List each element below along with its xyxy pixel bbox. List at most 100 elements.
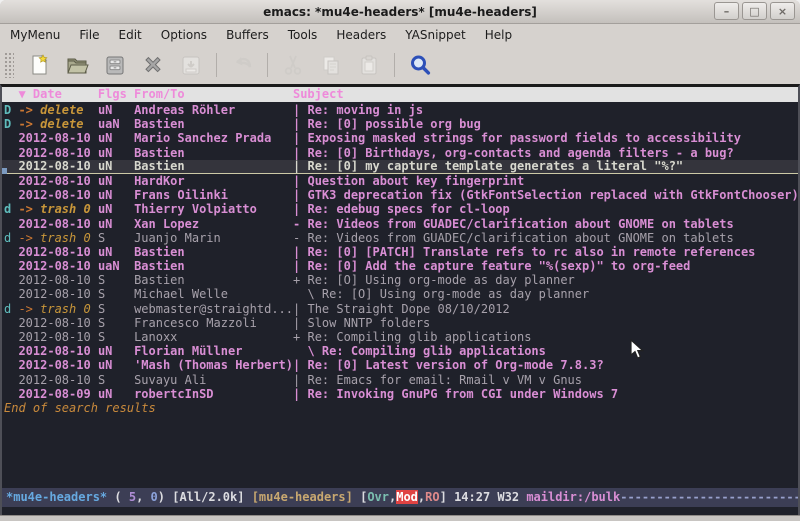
message-row[interactable]: 2012-08-10 uN Bastien | Re: [0] Birthday…: [2, 146, 798, 160]
message-row[interactable]: 2012-08-10 S Bastien + Re: [O] Using org…: [2, 273, 798, 287]
maximize-button[interactable]: □: [742, 2, 767, 20]
message-sender: Bastien: [134, 159, 293, 173]
message-date: 2012-08-10: [18, 273, 97, 287]
message-flags: S: [98, 287, 134, 301]
close-buffer-icon[interactable]: [134, 50, 172, 80]
mark-char: [4, 146, 18, 160]
mark-char: [4, 344, 18, 358]
message-subject: | Re: [0] [PATCH] Translate refs to rc a…: [293, 245, 755, 259]
message-date: 2012-08-10: [18, 358, 97, 372]
message-row[interactable]: d -> trash 0 S Juanjo Marin - Re: Videos…: [2, 231, 798, 245]
message-sender: Bastien: [134, 117, 293, 131]
message-subject: | Re: [0] possible org bug: [293, 117, 481, 131]
message-sender: Bastien: [134, 273, 293, 287]
menu-item-mymenu[interactable]: MyMenu: [10, 28, 60, 42]
toolbar-grip[interactable]: [4, 52, 14, 78]
message-flags: uN: [98, 344, 134, 358]
cut-icon[interactable]: [274, 50, 312, 80]
mark-char: [4, 373, 18, 387]
message-row[interactable]: 2012-08-10 S Michael Welle \ Re: [O] Usi…: [2, 287, 798, 301]
minimize-button[interactable]: –: [714, 2, 739, 20]
message-sender: Florian Müllner: [134, 344, 293, 358]
message-date: 2012-08-10: [18, 146, 97, 160]
menu-item-headers[interactable]: Headers: [336, 28, 386, 42]
message-row[interactable]: 2012-08-10 uN HardKor | Question about k…: [2, 174, 798, 188]
message-row[interactable]: 2012-08-10 uN 'Mash (Thomas Herbert)| Re…: [2, 358, 798, 372]
message-sender: Michael Welle: [134, 287, 293, 301]
message-date: 2012-08-09: [18, 387, 97, 401]
modeline-segment: -------------------------: [620, 490, 798, 504]
menu-item-options[interactable]: Options: [161, 28, 207, 42]
new-file-icon[interactable]: [20, 50, 58, 80]
modeline-segment: maildir:/bulk: [526, 490, 620, 504]
message-row[interactable]: 2012-08-10 uN Frans Oilinki | GTK3 depre…: [2, 188, 798, 202]
message-date: 2012-08-10: [18, 131, 97, 145]
menu-item-yasnippet[interactable]: YASnippet: [405, 28, 466, 42]
modeline-segment: [mu4e-headers]: [252, 490, 353, 504]
message-subject: + Re: Compiling glib applications: [293, 330, 531, 344]
undo-icon[interactable]: [223, 50, 261, 80]
message-row[interactable]: 2012-08-10 uN Xan Lopez - Re: Videos fro…: [2, 217, 798, 231]
modeline-segment: 0: [151, 490, 158, 504]
message-flags: uN: [98, 217, 134, 231]
titlebar[interactable]: emacs: *mu4e-headers* [mu4e-headers] –□×: [0, 0, 800, 24]
message-flags: uN: [98, 358, 134, 372]
message-sender: Xan Lopez: [134, 217, 293, 231]
message-row[interactable]: D -> delete uN Andreas Röhler | Re: movi…: [2, 103, 798, 117]
search-icon[interactable]: [401, 50, 439, 80]
message-row[interactable]: 2012-08-10 uN Florian Müllner \ Re: Comp…: [2, 344, 798, 358]
menu-item-help[interactable]: Help: [485, 28, 512, 42]
save-as-icon[interactable]: [172, 50, 210, 80]
message-date: 2012-08-10: [18, 259, 97, 273]
paste-icon[interactable]: [350, 50, 388, 80]
copy-icon[interactable]: [312, 50, 350, 80]
mark-arrow: ->: [18, 231, 32, 245]
headers-header-line[interactable]: ▼ Date Flgs From/To Subject: [2, 87, 798, 102]
message-row[interactable]: 2012-08-10 S Suvayu Ali | Re: Emacs for …: [2, 373, 798, 387]
mark-char: [4, 330, 18, 344]
message-row[interactable]: D -> delete uaN Bastien | Re: [0] possib…: [2, 117, 798, 131]
message-sender: Frans Oilinki: [134, 188, 293, 202]
message-subject: + Re: [O] Using org-mode as day planner: [293, 273, 575, 287]
mark-char: D: [4, 103, 18, 117]
message-row[interactable]: 2012-08-10 uN Bastien | Re: [0] [PATCH] …: [2, 245, 798, 259]
open-file-icon[interactable]: [58, 50, 96, 80]
message-sender: Suvayu Ali: [134, 373, 293, 387]
menu-item-tools[interactable]: Tools: [288, 28, 318, 42]
menu-item-buffers[interactable]: Buffers: [226, 28, 269, 42]
emacs-frame: ▼ Date Flgs From/To Subject D -> delete …: [0, 84, 800, 515]
mu4e-headers-buffer[interactable]: D -> delete uN Andreas Röhler | Re: movi…: [2, 102, 798, 488]
message-sender: webmaster@straightd...: [134, 302, 293, 316]
message-sender: HardKor: [134, 174, 293, 188]
message-row[interactable]: 2012-08-10 S Francesco Mazzoli | Slow NN…: [2, 316, 798, 330]
menubar: MyMenu File Edit Options Buffers Tools Headers…: [0, 24, 800, 46]
message-flags: uN: [98, 245, 134, 259]
menu-item-edit[interactable]: Edit: [119, 28, 142, 42]
message-row[interactable]: 2012-08-10 S Lanoxx + Re: Compiling glib…: [2, 330, 798, 344]
message-sender: Bastien: [134, 259, 293, 273]
end-of-results-text: End of search results: [2, 401, 798, 415]
mark-char: d: [4, 302, 18, 316]
message-row[interactable]: 2012-08-10 uN Mario Sanchez Prada | Expo…: [2, 131, 798, 145]
save-icon[interactable]: [96, 50, 134, 80]
message-flags: uaN: [98, 259, 134, 273]
modeline-segment: ): [158, 490, 172, 504]
message-subject: | Question about key fingerprint: [293, 174, 524, 188]
mark-char: [4, 273, 18, 287]
message-row[interactable]: 2012-08-10 uN Bastien | Re: [0] my captu…: [2, 160, 798, 174]
modeline-segment: 5: [129, 490, 136, 504]
message-date: 2012-08-10: [18, 174, 97, 188]
message-flags: uN: [98, 131, 134, 145]
message-row[interactable]: d -> trash 0 uN Thierry Volpiatto | Re: …: [2, 202, 798, 216]
message-row[interactable]: d -> trash 0 S webmaster@straightd...| T…: [2, 302, 798, 316]
message-flags: S: [98, 231, 134, 245]
message-row[interactable]: 2012-08-09 uN robertcInSD | Re: Invoking…: [2, 387, 798, 401]
message-flags: uN: [98, 159, 134, 173]
modeline-segment: (: [107, 490, 129, 504]
message-date: 2012-08-10: [18, 373, 97, 387]
close-button[interactable]: ×: [770, 2, 795, 20]
menu-item-file[interactable]: File: [79, 28, 99, 42]
message-row[interactable]: 2012-08-10 uaN Bastien | Re: [0] Add the…: [2, 259, 798, 273]
message-date: 2012-08-10: [18, 159, 97, 173]
message-flags: uaN: [98, 117, 134, 131]
